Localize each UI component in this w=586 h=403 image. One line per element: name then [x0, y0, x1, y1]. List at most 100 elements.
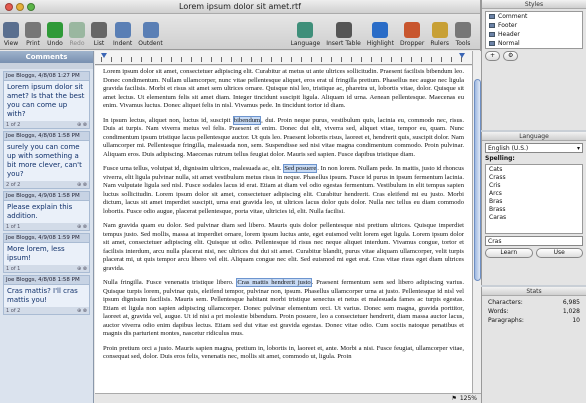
comment-text[interactable]: Lorem ipsum dolor sit amet? Is that the … — [4, 81, 89, 121]
stat-label: Paragraphs: — [488, 317, 524, 324]
indent-button[interactable]: Indent — [113, 22, 132, 47]
paragraph: In ipsum lectus, aliquet non, luctus id,… — [103, 115, 464, 160]
status-bar: ⚑ 125% — [95, 393, 481, 403]
undo-button[interactable]: Undo — [47, 22, 63, 47]
insert-table-button[interactable]: Insert Table — [326, 22, 361, 47]
comment-list: Joe Bloggs, 4/8/08 1:27 PM Lorem ipsum do… — [0, 71, 93, 315]
comment-counter: 1 of 1 — [6, 223, 21, 230]
comment-actions-icon[interactable]: ⊕ ⊗ — [77, 308, 87, 314]
list-button[interactable]: List — [91, 22, 107, 47]
paragraph: Nam gravida quam eu dolor. Sed pulvinar … — [103, 222, 464, 273]
suggestion-item[interactable]: Bras — [486, 197, 582, 205]
stat-value: 1,028 — [562, 308, 580, 315]
stats-panel-title: Stats — [482, 287, 586, 296]
comment-card[interactable]: Joe Bloggs, 4/8/08 1:27 PM Lorem ipsum do… — [3, 71, 90, 129]
spelling-buttons: Learn Use — [485, 248, 583, 258]
style-item[interactable]: Normal — [486, 39, 582, 48]
comment-counter: 1 of 1 — [6, 265, 21, 272]
use-button[interactable]: Use — [535, 248, 583, 258]
comment-actions-icon[interactable]: ⊕ ⊗ — [77, 224, 87, 230]
dropper-button[interactable]: Dropper — [400, 22, 424, 47]
comment-text[interactable]: Cras mattis? I'll cras mattis you! — [4, 285, 89, 307]
styles-buttons: + ⚙ — [485, 51, 583, 61]
paragraph-text: Proin pretium orci a justo. Mauris sapie… — [103, 344, 464, 361]
comment-header: Joe Bloggs, 4/8/08 1:58 PM — [4, 276, 89, 285]
outdent-icon — [142, 22, 159, 38]
comment-header: Joe Bloggs, 4/9/08 1:59 PM — [4, 234, 89, 243]
suggestion-item[interactable]: Cats — [486, 165, 582, 173]
view-button[interactable]: View — [3, 22, 19, 47]
stat-value: 10 — [572, 317, 580, 324]
styles-panel-title: Styles — [482, 0, 586, 9]
left-margin-marker[interactable] — [101, 53, 107, 58]
view-icon — [3, 22, 19, 38]
scrollbar[interactable] — [472, 51, 481, 393]
style-item[interactable]: Header — [486, 30, 582, 39]
comment-footer: 1 of 2 ⊕ ⊗ — [4, 121, 89, 128]
comment-actions-icon[interactable]: ⊕ ⊗ — [77, 266, 87, 272]
comments-header: Comments — [0, 51, 93, 63]
rulers-label: Rulers — [430, 40, 449, 47]
right-margin-marker[interactable] — [459, 53, 465, 58]
styles-panel: Styles Comment Footer Header Normal + ⚙ — [481, 0, 586, 130]
comment-highlight[interactable]: Sed posuere — [283, 164, 318, 173]
outdent-button[interactable]: Outdent — [138, 22, 163, 47]
paragraph-text: Nam gravida quam eu dolor. Sed pulvinar … — [103, 222, 464, 272]
comment-text[interactable]: More lorem, less ipsum! — [4, 243, 89, 265]
comment-card[interactable]: Joe Bloggs, 4/8/08 1:58 PM Cras mattis? I… — [3, 275, 90, 315]
comment-text[interactable]: Please explain this addition. — [4, 201, 89, 223]
comment-highlight[interactable]: Cras mattis hendrerit justo — [236, 278, 312, 287]
insert-table-label: Insert Table — [326, 40, 361, 47]
suggestion-item[interactable]: Arcs — [486, 189, 582, 197]
main-window: Lorem ipsum dolor sit amet.rtf View Print… — [0, 0, 481, 403]
style-item[interactable]: Footer — [486, 21, 582, 30]
comment-actions-icon[interactable]: ⊕ ⊗ — [77, 122, 87, 128]
app: Lorem ipsum dolor sit amet.rtf View Print… — [0, 0, 586, 403]
undo-label: Undo — [47, 40, 63, 47]
style-swatch-icon — [489, 23, 495, 28]
comment-highlight[interactable]: bibendum — [232, 115, 262, 125]
tools-button[interactable]: Tools — [455, 22, 471, 47]
stat-label: Characters: — [488, 299, 523, 306]
comment-text[interactable]: surely you can come up with something a … — [4, 141, 89, 181]
ruler[interactable] — [95, 51, 472, 65]
print-label: Print — [26, 40, 40, 47]
comment-card[interactable]: Joe Bloggs, 4/9/08 1:58 PM Please explain… — [3, 191, 90, 231]
paragraph: Fusce urna tellus, volutpat id, dignissi… — [103, 164, 464, 216]
list-label: List — [93, 40, 105, 47]
redo-button: Redo — [69, 22, 85, 47]
highlight-button[interactable]: Highlight — [367, 22, 394, 47]
print-icon — [25, 22, 41, 38]
print-button[interactable]: Print — [25, 22, 41, 47]
style-swatch-icon — [489, 14, 495, 19]
zoom-level[interactable]: 125% — [460, 395, 477, 402]
learn-button[interactable]: Learn — [485, 248, 533, 258]
paragraph-text: In ipsum lectus, aliquet non, luctus id,… — [103, 116, 233, 124]
comment-counter: 1 of 2 — [6, 307, 21, 314]
suggestion-item[interactable]: Caras — [486, 213, 582, 221]
style-action-button[interactable]: ⚙ — [503, 51, 519, 61]
rulers-icon — [431, 22, 448, 38]
comment-actions-icon[interactable]: ⊕ ⊗ — [77, 182, 87, 188]
style-swatch-icon — [489, 41, 495, 46]
language-button[interactable]: Language — [291, 22, 320, 47]
document-body[interactable]: Lorem ipsum dolor sit amet, consectetuer… — [95, 66, 472, 393]
paragraph: Nulla fringilla. Fusce venenatis tristiq… — [103, 278, 464, 339]
rulers-button[interactable]: Rulers — [430, 22, 449, 47]
comment-footer: 1 of 2 ⊕ ⊗ — [4, 307, 89, 314]
paragraph: Proin pretium orci a justo. Mauris sapie… — [103, 345, 464, 362]
indent-label: Indent — [113, 40, 133, 47]
comment-card[interactable]: Joe Bloggs, 4/8/08 1:58 PM surely you can… — [3, 131, 90, 189]
spelling-word-field[interactable]: Cras — [485, 236, 583, 246]
add-style-button[interactable]: + — [485, 51, 501, 61]
style-item[interactable]: Comment — [486, 12, 582, 21]
suggestion-item[interactable]: Brass — [486, 205, 582, 213]
suggestion-item[interactable]: Cris — [486, 181, 582, 189]
suggestion-item[interactable]: Crass — [486, 173, 582, 181]
language-panel-title: Language — [482, 132, 586, 141]
comments-sidebar: Comments Joe Bloggs, 4/8/08 1:27 PM Lorem… — [0, 51, 94, 403]
ruler-ticks — [101, 57, 466, 62]
language-select[interactable]: English (U.S.) ▾ — [485, 143, 583, 153]
comment-card[interactable]: Joe Bloggs, 4/9/08 1:59 PM More lorem, le… — [3, 233, 90, 273]
scrollbar-thumb[interactable] — [474, 79, 481, 281]
